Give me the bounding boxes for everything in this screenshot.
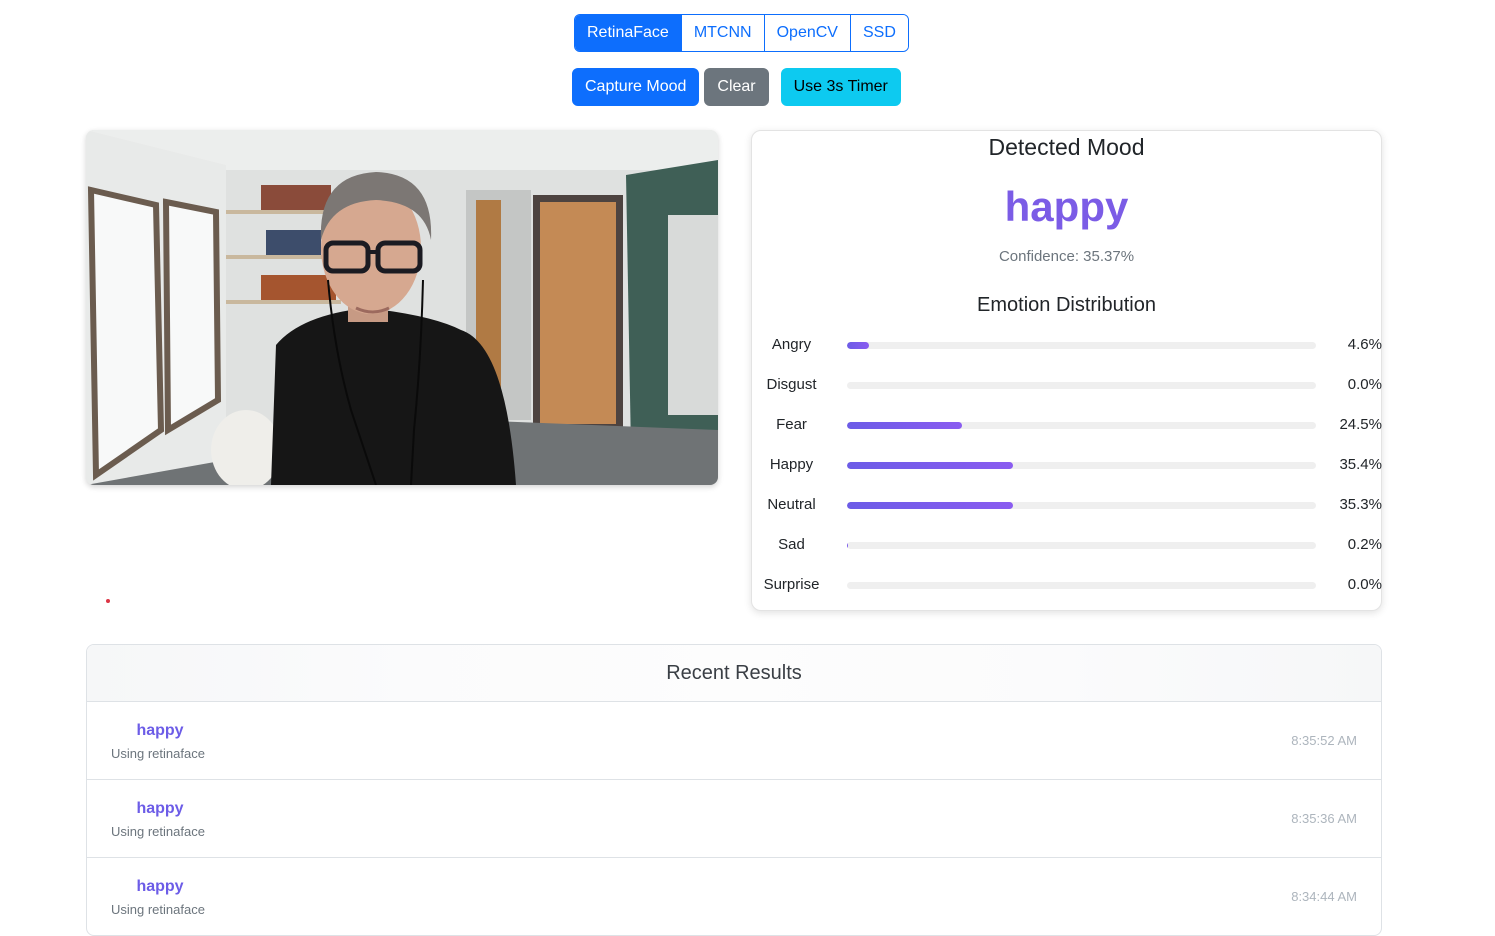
emotion-label: Happy [769, 456, 814, 473]
emotion-bar-track [847, 542, 1316, 549]
emotion-distribution-title: Emotion Distribution [977, 294, 1156, 316]
recent-result-item[interactable]: happy Using retinaface 8:35:52 AM [87, 702, 1381, 780]
recent-results-panel: Recent Results happy Using retinaface 8:… [86, 644, 1382, 936]
emotion-label: Disgust [766, 376, 817, 393]
emotion-row-neutral: Neutral 35.3% [752, 493, 1383, 517]
detected-mood-value: happy [1004, 183, 1129, 230]
emotion-row-sad: Sad 0.2% [752, 533, 1383, 557]
emotion-value: 0.0% [1347, 576, 1382, 593]
emotion-bar-fill [847, 422, 962, 429]
recent-result-time: 8:34:44 AM [1291, 889, 1357, 904]
emotion-bar-track [847, 582, 1316, 589]
recent-result-detector: Using retinaface [111, 746, 205, 761]
emotion-value: 24.5% [1339, 416, 1382, 433]
recent-result-time: 8:35:52 AM [1291, 733, 1357, 748]
recent-result-detector: Using retinaface [111, 824, 205, 839]
detected-mood-card: Detected Mood happy Confidence: 35.37% E… [751, 130, 1382, 611]
emotion-row-angry: Angry 4.6% [752, 333, 1383, 357]
detector-selector: RetinaFace MTCNN OpenCV SSD [574, 14, 909, 52]
recent-result-time: 8:35:36 AM [1291, 811, 1357, 826]
emotion-bar-track [847, 502, 1316, 509]
status-dot [106, 599, 110, 603]
recent-result-mood: happy [136, 722, 184, 739]
emotion-bar-fill [847, 502, 1013, 509]
detector-mtcnn-button[interactable]: MTCNN [681, 15, 765, 51]
emotion-row-fear: Fear 24.5% [752, 413, 1383, 437]
webcam-image [86, 130, 718, 485]
detector-retinaface-button[interactable]: RetinaFace [575, 15, 682, 51]
emotion-bar-fill [847, 462, 1014, 469]
recent-result-mood: happy [136, 878, 184, 895]
emotion-bar-track [847, 422, 1316, 429]
recent-result-item[interactable]: happy Using retinaface 8:34:44 AM [87, 858, 1381, 935]
recent-results-title: Recent Results [87, 645, 1381, 702]
emotion-label: Fear [776, 416, 807, 433]
emotion-value: 0.2% [1347, 536, 1382, 553]
emotion-row-surprise: Surprise 0.0% [752, 573, 1383, 597]
emotion-value: 4.6% [1347, 336, 1382, 353]
detector-opencv-button[interactable]: OpenCV [764, 15, 851, 51]
emotion-value: 35.3% [1339, 496, 1382, 513]
detector-ssd-button[interactable]: SSD [850, 15, 908, 51]
emotion-bar-track [847, 342, 1316, 349]
emotion-bar-track [847, 462, 1316, 469]
webcam-feed [86, 130, 718, 485]
emotion-value: 0.0% [1347, 376, 1382, 393]
emotion-bar-fill [847, 342, 869, 349]
recent-result-item[interactable]: happy Using retinaface 8:35:36 AM [87, 780, 1381, 858]
recent-result-detector: Using retinaface [111, 902, 205, 917]
emotion-value: 35.4% [1339, 456, 1382, 473]
emotion-bar-track [847, 382, 1316, 389]
emotion-bar-fill [847, 542, 848, 549]
clear-button[interactable]: Clear [704, 68, 769, 106]
emotion-label: Surprise [763, 576, 820, 593]
recent-result-mood: happy [136, 800, 184, 817]
action-buttons: Capture Mood Clear Use 3s Timer [572, 68, 901, 106]
confidence-text: Confidence: 35.37% [998, 248, 1135, 265]
capture-mood-button[interactable]: Capture Mood [572, 68, 700, 106]
emotion-label: Neutral [767, 496, 816, 513]
emotion-row-happy: Happy 35.4% [752, 453, 1383, 477]
timer-button[interactable]: Use 3s Timer [780, 68, 901, 106]
emotion-label: Angry [771, 336, 812, 353]
detected-mood-title: Detected Mood [988, 134, 1145, 160]
mood-detector-page: RetinaFace MTCNN OpenCV SSD Capture Mood… [0, 0, 1495, 936]
emotion-row-disgust: Disgust 0.0% [752, 373, 1383, 397]
emotion-label: Sad [778, 536, 805, 553]
